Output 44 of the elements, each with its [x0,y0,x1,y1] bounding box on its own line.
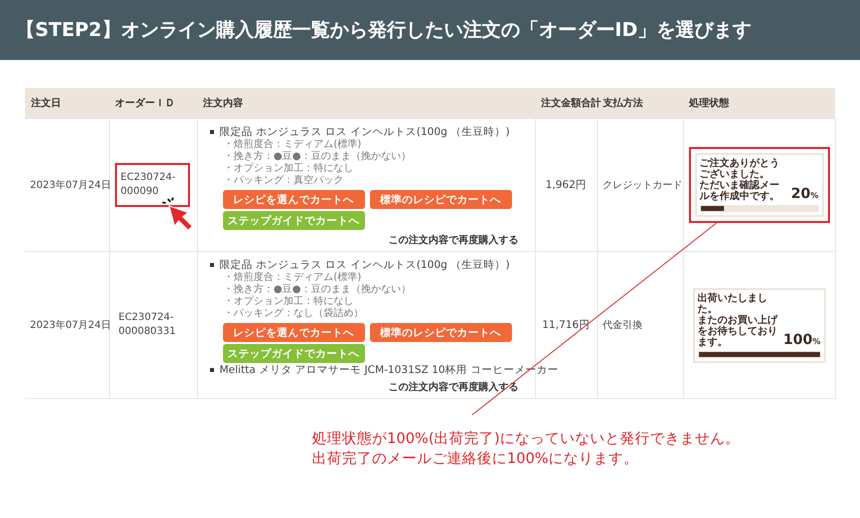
order-id-link[interactable]: EC230724-000090 [120,171,184,199]
payment-method: クレジットカード [602,180,682,191]
payment-method: 代金引換 [602,320,642,331]
order-id-link[interactable]: EC230724-000080331 [118,311,182,339]
note-text: 出荷完了のメールご連絡後に100%になります。 [312,450,640,469]
column-header: 処理状態 [689,98,729,109]
option-text: ・オプション加工：特になし [224,163,354,174]
option-text: ・焙煎度合：ミディアム(標準) [224,139,362,150]
option-text: ・挽き方：●豆●：豆のまま（挽かない） [224,284,412,296]
option-text: ・パッキング：真空パック [224,175,344,187]
order-date: 2023年07月24日 [30,320,111,331]
product-name: 限定品 ホンジュラス ロス インヘルトス(100g （生豆時）) [220,258,510,272]
bullet-icon [210,263,214,267]
status-message: またのお買い上げをお待ちしております。 [698,314,779,348]
column-header: 注文内容 [203,98,243,109]
status-message: ただいま確認メールを作成中です。 [700,180,780,202]
option-text: ・挽き方：●豆●：豆のまま（挽かない） [224,151,412,162]
order-total: 1,962円 [545,179,587,191]
cart-button[interactable]: 標準のレシピでカートへ [370,190,512,209]
order-date: 2023年07月24日 [30,180,111,191]
cart-button[interactable]: レシピを選んでカートへ [222,190,364,209]
product-name: 限定品 ホンジュラス ロス インヘルトス(100g （生豆時）) [220,125,510,138]
banner-title: 【STEP2】オンライン購入履歴一覧から発行したい注文の「オーダーID」を選びます [16,18,752,43]
option-text: ・オプション加工：特になし [224,296,354,308]
progress-percent: 20 [791,186,810,202]
bullet-icon [210,130,214,134]
status-message: ご注文ありがとうございました。 [700,158,780,180]
cart-button[interactable]: ステップガイドでカートへ [222,344,364,363]
cart-button[interactable]: レシピを選んでカートへ [222,323,364,342]
option-text: ・焙煎度合：ミディアム(標準) [224,272,362,284]
note-text: 処理状態が100%(出荷完了)になっていないと発行できません。 [312,430,740,449]
progress-percent: 100 [783,332,812,348]
cart-button[interactable]: 標準のレシピでカートへ [370,323,512,342]
bullet-icon [210,368,214,372]
column-header: オーダーＩＤ [115,98,175,109]
column-header: 注文金額合計 [541,98,601,109]
percent-sign: % [810,191,818,200]
percent-sign: % [812,336,820,346]
status-message: 出荷いたしました。 [698,292,768,314]
option-text: ・パッキング：なし（袋詰め） [224,308,364,320]
cart-button[interactable]: ステップガイドでカートへ [222,211,364,230]
repurchase-link[interactable]: この注文内容で再度購入する [388,233,518,247]
column-header: 支払方法 [603,98,643,109]
column-header: 注文日 [31,98,61,109]
